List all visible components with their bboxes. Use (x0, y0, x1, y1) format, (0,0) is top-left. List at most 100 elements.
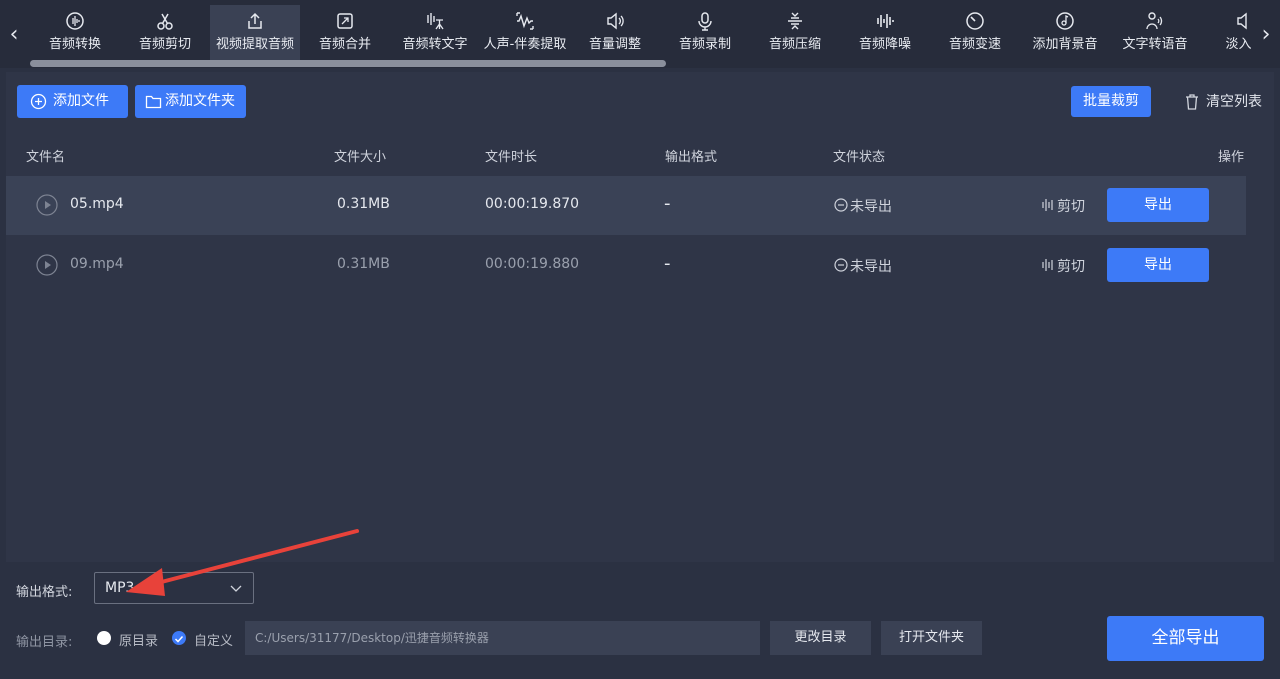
tool-label: 音频合并 (318, 37, 371, 52)
tool-label: 文字转语音 (1122, 37, 1188, 52)
tool-audio-speed[interactable]: 音频变速 (930, 5, 1020, 61)
tool-label: 音频录制 (678, 37, 731, 52)
add-file-button[interactable]: 添加文件 (17, 85, 128, 118)
toolbar-scrollbar[interactable] (30, 60, 666, 67)
chevron-down-icon (230, 585, 242, 592)
tool-label: 视频提取音频 (215, 37, 294, 52)
tool-label: 淡入淡 (1225, 37, 1252, 52)
trash-icon (1186, 94, 1198, 110)
minus-circle-icon (834, 258, 848, 272)
text-speech-icon (1146, 12, 1163, 30)
table-row[interactable]: 09.mp4 0.31MB 00:00:19.880 - 未导出 剪切 导出 (6, 236, 1246, 295)
compress-icon (788, 12, 802, 30)
radio-original-label: 原目录 (119, 634, 159, 649)
scroll-right-icon[interactable]: › (1256, 20, 1276, 50)
output-format-label: 输出格式: (16, 585, 73, 600)
merge-icon (337, 13, 353, 29)
file-size: 0.31MB (337, 256, 390, 272)
tool-audio-record[interactable]: 音频录制 (660, 5, 750, 61)
scroll-left-icon[interactable]: ‹ (4, 20, 24, 50)
feature-toolbar: ‹ 音频转换 音频剪切 视频提取音频 音频合并 音频转文字 人声-伴奏提取 音量… (0, 0, 1280, 68)
status-text: 未导出 (850, 259, 892, 275)
tool-video-extract-audio[interactable]: 视频提取音频 (210, 5, 300, 61)
table-row[interactable]: 05.mp4 0.31MB 00:00:19.870 - 未导出 剪切 导出 (6, 176, 1246, 235)
cut-label: 剪切 (1057, 199, 1085, 215)
tool-audio-convert[interactable]: 音频转换 (30, 5, 120, 61)
file-duration: 00:00:19.880 (485, 256, 580, 272)
col-filename: 文件名 (26, 150, 66, 165)
check-icon (174, 635, 184, 643)
file-status: 未导出 (834, 196, 892, 216)
add-folder-label: 添加文件夹 (165, 93, 235, 109)
open-folder-button[interactable]: 打开文件夹 (881, 621, 982, 655)
output-format-value: MP3 (105, 580, 135, 596)
radio-original-dir[interactable] (97, 631, 111, 645)
tool-audio-to-text[interactable]: 音频转文字 (390, 5, 480, 61)
tool-vocal-separate[interactable]: 人声-伴奏提取 (480, 5, 570, 61)
export-all-button[interactable]: 全部导出 (1107, 616, 1264, 661)
tool-audio-compress[interactable]: 音频压缩 (750, 5, 840, 61)
output-format-select[interactable]: MP3 (94, 572, 254, 604)
tool-label: 音频降噪 (858, 37, 911, 52)
waveform-icon (1042, 199, 1053, 211)
tool-fade[interactable]: 淡入淡 (1200, 5, 1252, 61)
cut-button[interactable]: 剪切 (1041, 256, 1085, 276)
microphone-icon (698, 12, 712, 31)
radio-custom-dir[interactable] (172, 631, 186, 645)
cut-button[interactable]: 剪切 (1041, 196, 1085, 216)
noise-bars-icon (877, 14, 894, 28)
add-folder-button[interactable]: 添加文件夹 (135, 85, 246, 118)
radio-custom-label: 自定义 (194, 634, 234, 649)
cut-label: 剪切 (1057, 259, 1085, 275)
upload-icon (248, 12, 262, 29)
file-size: 0.31MB (337, 196, 390, 212)
tool-label: 音量调整 (588, 37, 641, 52)
tool-label: 音频转文字 (402, 37, 468, 52)
change-dir-button[interactable]: 更改目录 (770, 621, 871, 655)
file-status: 未导出 (834, 256, 892, 276)
tool-noise-reduce[interactable]: 音频降噪 (840, 5, 930, 61)
tool-list: 音频转换 音频剪切 视频提取音频 音频合并 音频转文字 人声-伴奏提取 音量调整 (30, 5, 1252, 61)
output-format: - (664, 193, 671, 214)
scissors-icon (157, 13, 173, 30)
tool-audio-cut[interactable]: 音频剪切 (120, 5, 210, 61)
tool-label: 音频变速 (948, 37, 1001, 52)
tool-text-to-speech[interactable]: 文字转语音 (1110, 5, 1200, 61)
export-button[interactable]: 导出 (1107, 188, 1209, 222)
output-dir-label: 输出目录: (16, 635, 73, 650)
music-disc-icon (1056, 12, 1074, 30)
batch-cut-button[interactable]: 批量裁剪 (1071, 86, 1151, 117)
folder-icon (145, 95, 162, 109)
tool-audio-merge[interactable]: 音频合并 (300, 5, 390, 61)
tool-label: 音频转换 (48, 37, 101, 52)
tool-add-bgm[interactable]: 添加背景音 (1020, 5, 1110, 61)
file-name: 09.mp4 (70, 256, 124, 272)
file-name: 05.mp4 (70, 196, 124, 212)
fade-icon (1237, 12, 1247, 30)
play-icon[interactable] (36, 194, 58, 216)
minus-circle-icon (834, 198, 848, 212)
status-text: 未导出 (850, 199, 892, 215)
waveform-icon (1042, 259, 1053, 271)
play-icon[interactable] (36, 254, 58, 276)
col-duration: 文件时长 (485, 150, 538, 165)
tool-label: 人声-伴奏提取 (483, 37, 567, 52)
col-status: 文件状态 (833, 150, 886, 165)
add-file-label: 添加文件 (53, 93, 109, 109)
file-duration: 00:00:19.870 (485, 196, 580, 212)
audio-wave-icon (66, 12, 84, 30)
clear-list-button[interactable]: 清空列表 (1184, 92, 1262, 112)
clear-list-label: 清空列表 (1206, 94, 1262, 110)
tool-volume-adjust[interactable]: 音量调整 (570, 5, 660, 61)
tool-label: 音频压缩 (768, 37, 821, 52)
col-action: 操作 (1218, 150, 1245, 165)
volume-icon (607, 12, 624, 30)
table-header: 文件名 文件大小 文件时长 输出格式 文件状态 操作 (6, 134, 1274, 174)
speech-text-icon (427, 13, 444, 30)
export-button[interactable]: 导出 (1107, 248, 1209, 282)
speed-icon (966, 12, 984, 30)
tool-label: 添加背景音 (1032, 37, 1098, 52)
plus-circle-icon (30, 93, 47, 110)
tool-label: 音频剪切 (138, 37, 191, 52)
output-path-field[interactable]: C:/Users/31177/Desktop/迅捷音频转换器 (245, 621, 760, 655)
